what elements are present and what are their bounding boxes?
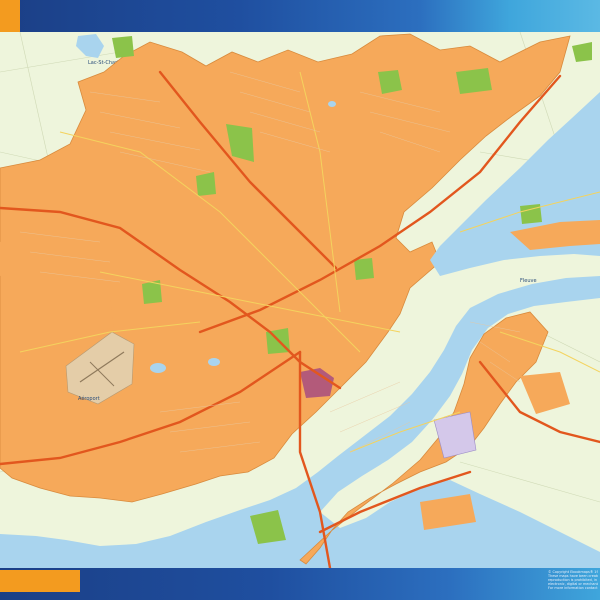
map-graphic: Lac-St-Charles Aéroport Fleuve: [0, 32, 600, 568]
copyright-line: For more information contact: [548, 586, 598, 591]
map-canvas[interactable]: Lac-St-Charles Aéroport Fleuve: [0, 32, 600, 568]
header-accent: [0, 0, 20, 32]
copyright-notice: © Copyright Ebookmaps® 1997-2017 These m…: [548, 570, 598, 590]
river-label: Fleuve: [520, 278, 537, 284]
footer-bar: [0, 568, 600, 600]
header-bar: [0, 0, 600, 32]
footer-accent: [0, 570, 80, 592]
map-poster: Lac-St-Charles Aéroport Fleuve © Copyrig…: [0, 0, 600, 600]
airport-label: Aéroport: [78, 395, 100, 402]
